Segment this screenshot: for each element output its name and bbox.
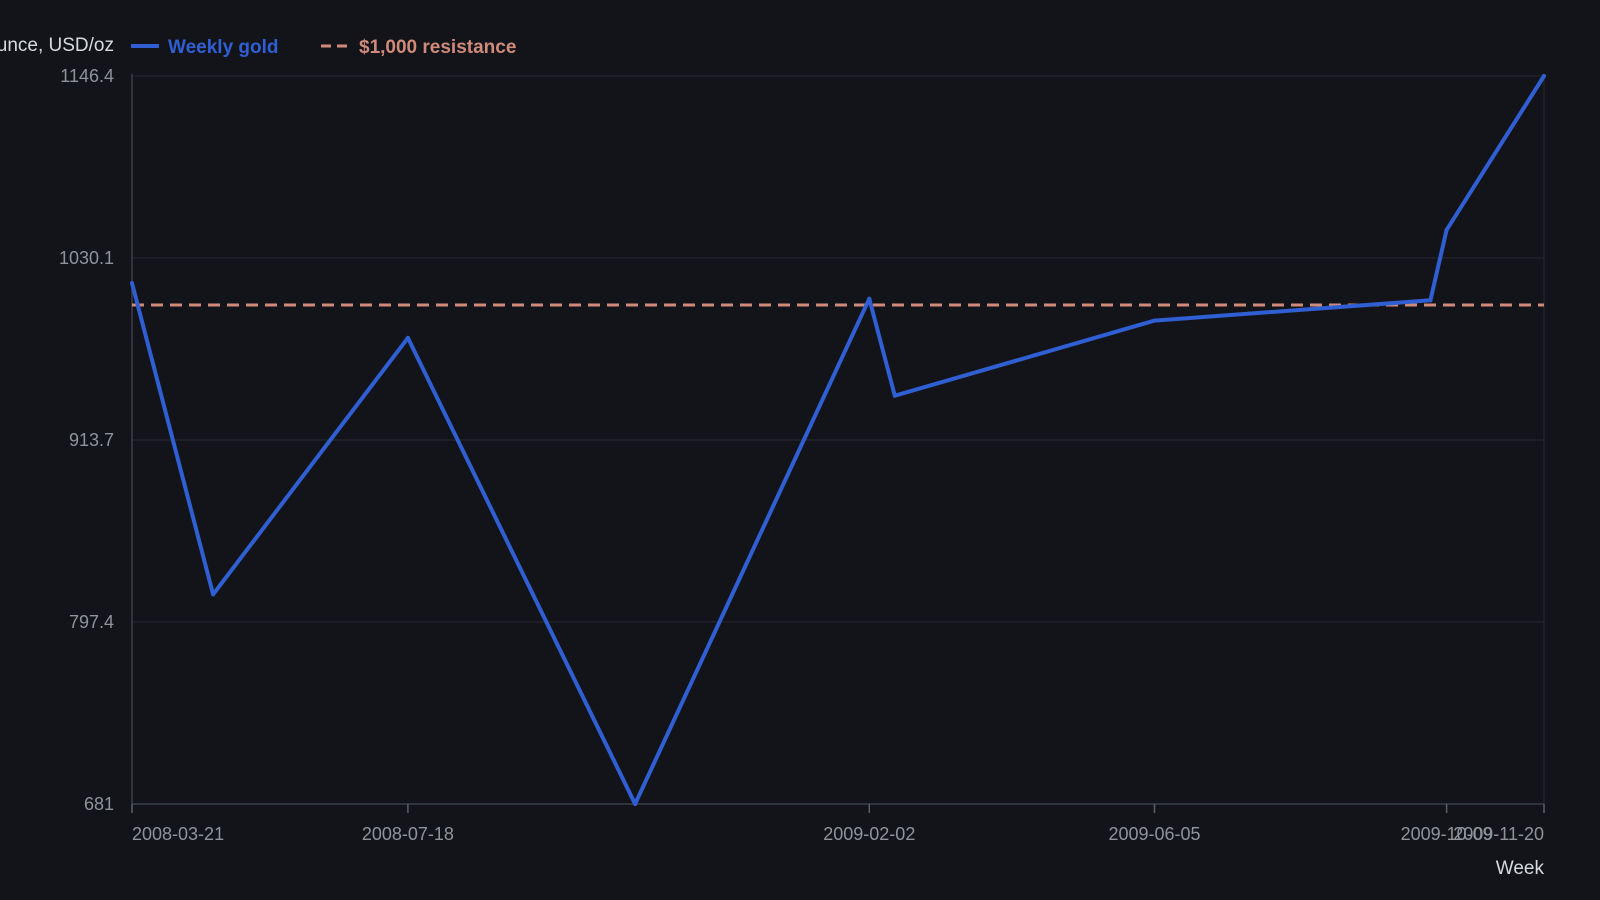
y-tick-label: 1146.4 bbox=[60, 66, 114, 86]
x-tick-label: 2009-06-05 bbox=[1108, 824, 1200, 844]
legend-label-weekly-gold: Weekly gold bbox=[168, 37, 279, 58]
chart: 681 797.4 913.7 1030.1 1146.4 2008-03-21 2008-… bbox=[0, 35, 1546, 879]
data-point bbox=[1152, 318, 1157, 323]
y-tick-label: 681 bbox=[84, 794, 114, 814]
legend: Weekly gold $1,000 resistance bbox=[131, 37, 516, 58]
x-axis-title: Week bbox=[1496, 858, 1545, 879]
data-point bbox=[892, 393, 897, 398]
grid-lines bbox=[132, 75, 1544, 623]
legend-label-resistance: $1,000 resistance bbox=[359, 37, 516, 58]
x-tick-label: 2009-11-20 bbox=[1453, 824, 1544, 844]
data-point bbox=[1542, 74, 1546, 78]
data-point bbox=[130, 281, 134, 286]
y-tick-label: 797.4 bbox=[69, 612, 114, 632]
data-point bbox=[405, 335, 410, 340]
y-tick-label: 913.7 bbox=[69, 430, 114, 450]
tick-labels: 681 797.4 913.7 1030.1 1146.4 2008-03-21 2008-… bbox=[59, 66, 1544, 844]
data-point bbox=[1444, 227, 1449, 232]
y-tick-label: 1030.1 bbox=[59, 248, 114, 268]
x-tick-label: 2009-02-02 bbox=[823, 824, 915, 844]
axes bbox=[131, 74, 1545, 813]
data-point bbox=[633, 802, 638, 806]
x-tick-label: 2008-07-18 bbox=[362, 824, 454, 844]
data-point bbox=[867, 296, 872, 301]
data-point bbox=[211, 592, 216, 597]
y-axis-title: Price per ounce, USD/oz bbox=[0, 35, 114, 56]
x-tick-label: 2008-03-21 bbox=[132, 824, 224, 844]
data-point bbox=[1428, 298, 1433, 303]
